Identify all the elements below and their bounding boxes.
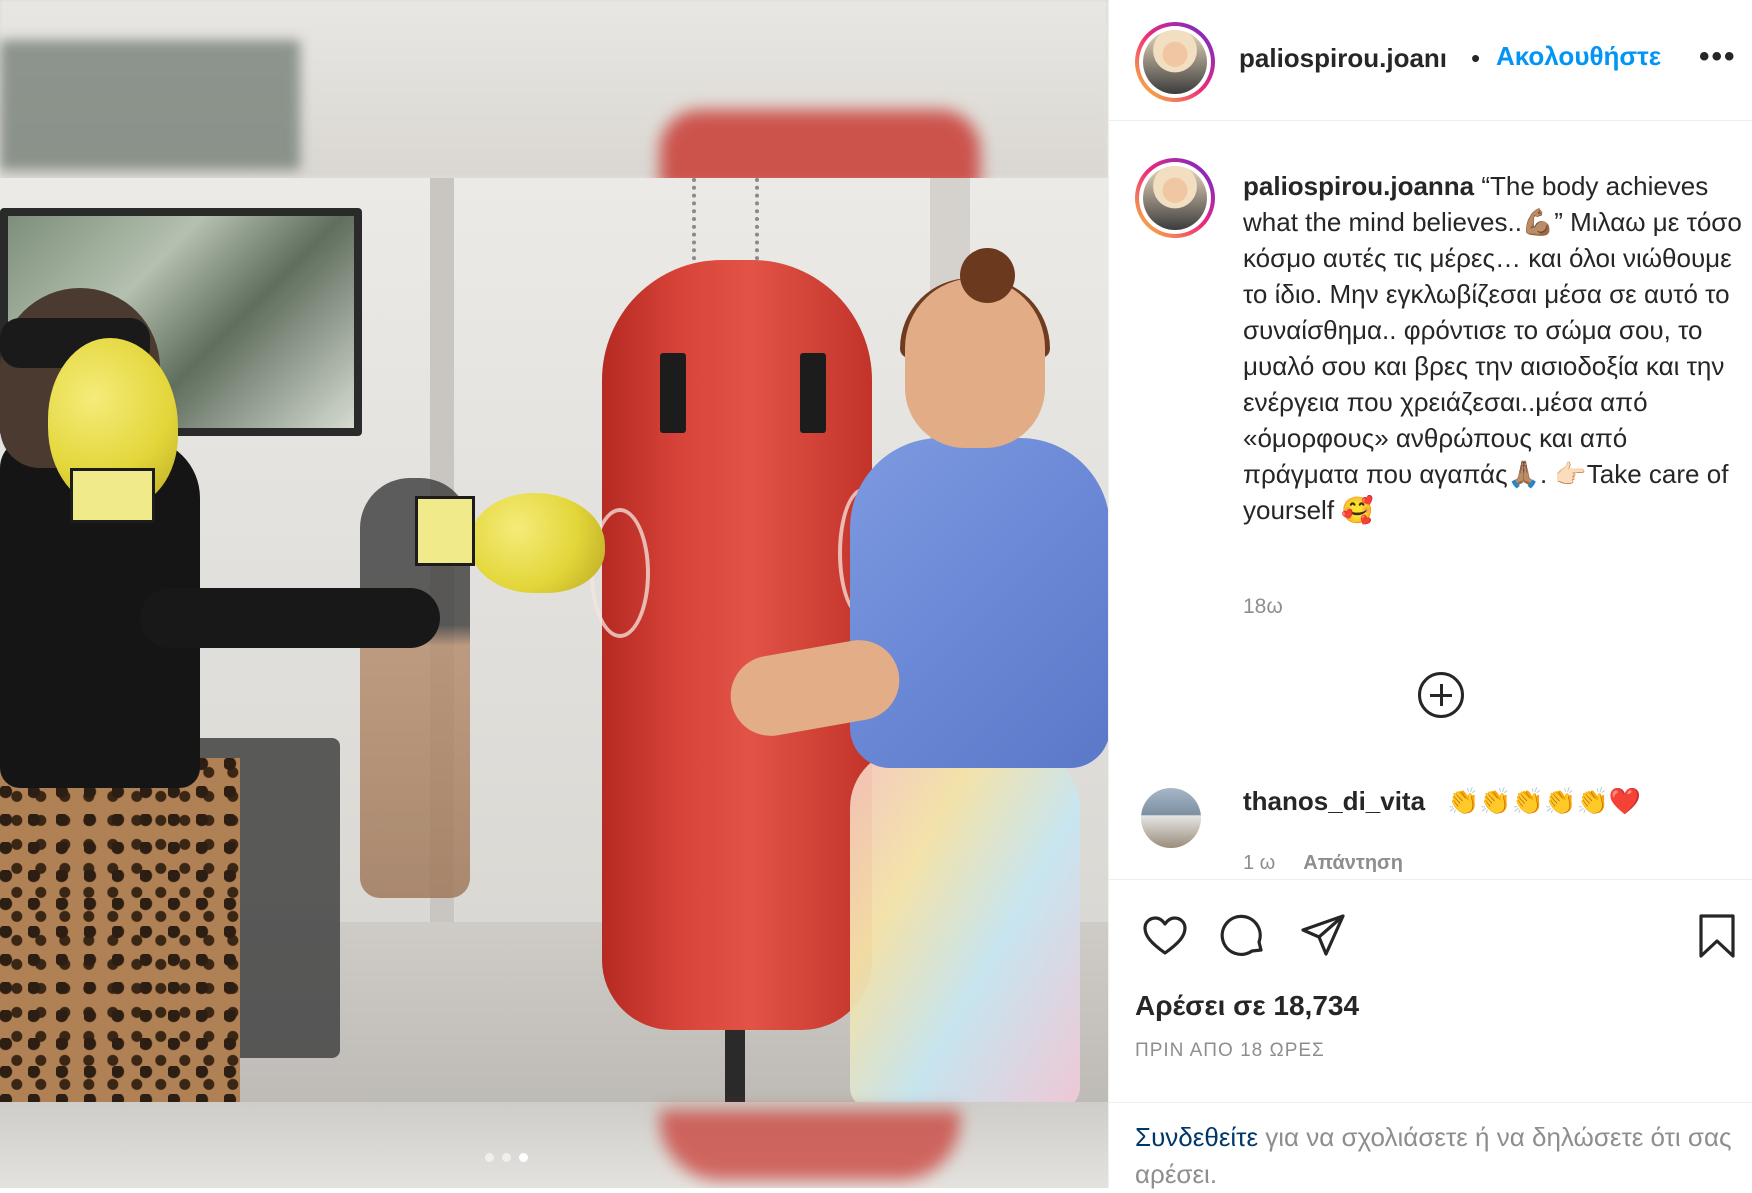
boxing-glove xyxy=(470,493,605,593)
save-icon[interactable] xyxy=(1693,912,1741,960)
carousel-dot xyxy=(502,1153,511,1162)
media-blur-bag-bottom xyxy=(660,1110,960,1180)
carousel-indicator xyxy=(485,1153,528,1162)
comment-text: 👏👏👏👏👏❤️ xyxy=(1447,786,1642,816)
post-timestamp[interactable]: ΠΡΙΝ ΑΠΟ 18 ΩΡΕΣ xyxy=(1135,1040,1325,1062)
author-username[interactable]: paliospirou.joanı xyxy=(1239,43,1471,74)
plus-circle-icon[interactable] xyxy=(1418,672,1464,718)
comment-username[interactable]: thanos_di_vita xyxy=(1243,786,1425,817)
glove-cuff xyxy=(70,468,155,523)
header-separator: • xyxy=(1471,43,1481,73)
carousel-dot-active xyxy=(519,1153,528,1162)
post-sidebar: paliospirou.joanı • Ακολουθήστε ••• pali… xyxy=(1108,0,1752,1189)
comment-icon[interactable] xyxy=(1219,912,1267,960)
commenter-avatar[interactable] xyxy=(1141,788,1201,848)
likes-count[interactable]: Αρέσει σε 18,734 xyxy=(1135,990,1359,1022)
more-options-icon[interactable]: ••• xyxy=(1699,40,1737,74)
author-avatar[interactable] xyxy=(1135,22,1215,102)
caption-username[interactable]: paliospirou.joanna xyxy=(1243,171,1474,201)
post-photo[interactable] xyxy=(0,178,1108,1102)
post-media[interactable] xyxy=(0,0,1108,1188)
woman-holding-bag xyxy=(724,248,1108,1102)
like-icon[interactable] xyxy=(1141,912,1189,960)
carousel-dot xyxy=(485,1153,494,1162)
comment-meta: 1 ω Απάντηση xyxy=(1243,852,1403,872)
caption-text: “The body achieves what the mind believe… xyxy=(1243,171,1742,525)
caption-timestamp[interactable]: 18ω xyxy=(1243,595,1283,619)
bag-chain xyxy=(692,178,706,268)
comment-time[interactable]: 1 ω xyxy=(1243,852,1275,872)
bag-chain xyxy=(755,178,769,268)
post-header: paliospirou.joanı • Ακολουθήστε ••• xyxy=(1109,0,1752,121)
share-icon[interactable] xyxy=(1299,912,1347,960)
follow-button[interactable]: Ακολουθήστε xyxy=(1496,41,1661,72)
bag-strap xyxy=(660,353,686,433)
reply-button[interactable]: Απάντηση xyxy=(1303,852,1403,872)
post-actions: Αρέσει σε 18,734 ΠΡΙΝ ΑΠΟ 18 ΩΡΕΣ Συνδεθ… xyxy=(1109,879,1752,1189)
glove-cuff xyxy=(415,496,475,566)
login-prompt: Συνδεθείτε για να σχολιάσετε ή να δηλώσε… xyxy=(1109,1102,1752,1189)
caption-author-avatar[interactable] xyxy=(1135,158,1215,238)
post-caption: paliospirou.joanna “The body achieves wh… xyxy=(1243,168,1743,528)
login-link[interactable]: Συνδεθείτε xyxy=(1135,1122,1258,1152)
media-blur-tv xyxy=(0,40,300,170)
